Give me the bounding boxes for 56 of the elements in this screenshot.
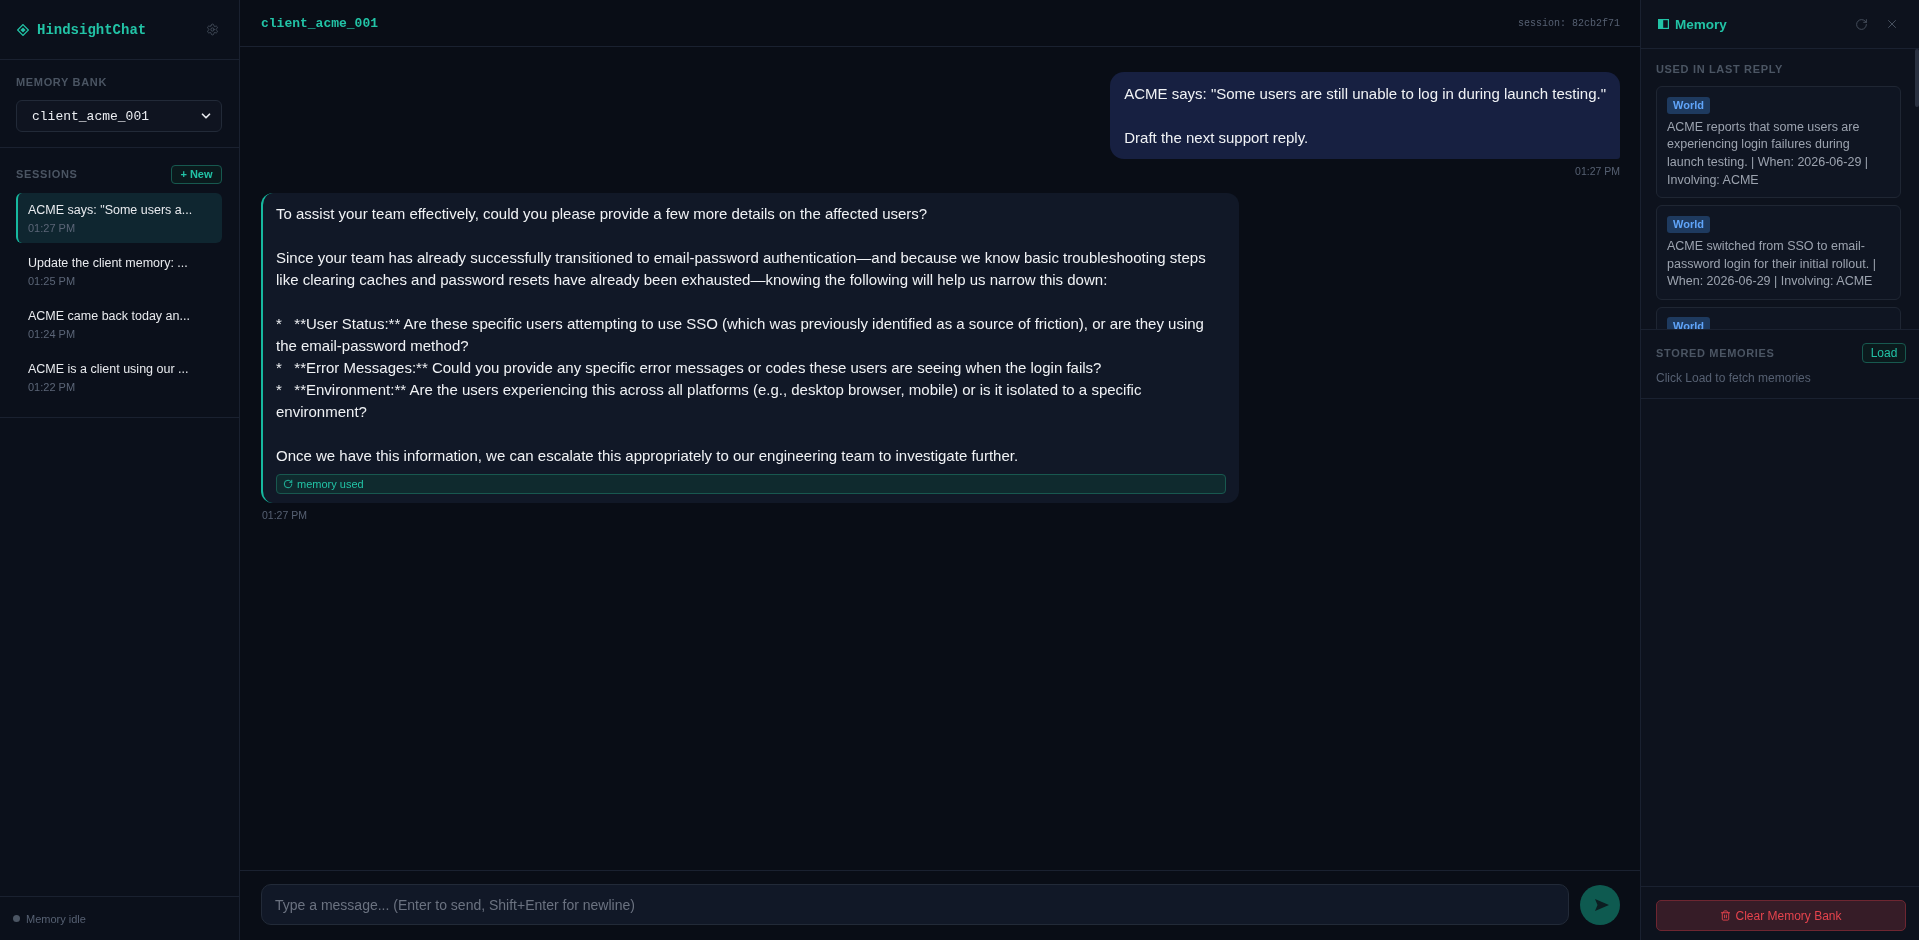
send-button[interactable] xyxy=(1580,884,1620,925)
memory-bank-select[interactable]: client_acme_001 xyxy=(16,100,222,132)
message-text: To assist your team effectively, could you please provide a few more details on the affected users? xyxy=(276,204,929,224)
session-title: Update the client memory: ... xyxy=(28,255,189,272)
diamond-icon xyxy=(17,23,29,36)
load-button[interactable]: Load xyxy=(1862,343,1906,363)
message-text: Once we have this information, we can escalate this appropriately to our engineering team to investigate further. xyxy=(276,446,1020,466)
message-time: 01:27 PM xyxy=(1574,165,1620,178)
message-text: Since your team has already successfully transitioned to email-password authentication—and because we know basic troubleshooting steps like clearing caches and password resets have already been exhausted—knowing the following will help us narrow this down: xyxy=(276,248,1207,290)
chat-title: client_acme_001 xyxy=(261,15,379,31)
scrollbar-thumb[interactable] xyxy=(1915,49,1919,107)
list-item-text: * **Environment:** Are the users experiencing this across all platforms (e.g., desktop browser, mobile) or is it isolated to a specific environment? xyxy=(276,380,1143,422)
message-input[interactable]: Type a message... (Enter to send, Shift+Enter for newline) xyxy=(261,884,1569,925)
memory-type-tag: World xyxy=(1667,96,1710,114)
trash-icon xyxy=(1720,910,1732,921)
tag-text: memory used xyxy=(297,478,364,490)
section-label: STORED MEMORIES xyxy=(1656,346,1775,360)
session-item[interactable]: Update the client memory: ... 01:25 PM xyxy=(16,246,222,296)
send-icon xyxy=(1594,898,1609,911)
message-text: Draft the next support reply. xyxy=(1124,128,1310,148)
session-time: 01:25 PM xyxy=(28,274,77,288)
close-icon xyxy=(1885,17,1899,31)
hint-text: Click Load to fetch memories xyxy=(1656,371,1812,385)
memory-text: ACME reports that some users are experiencing login failures during launch testing. | When: 2026-06-29 | Involving: ACME xyxy=(1667,118,1870,189)
panel-title: Memory xyxy=(1675,16,1727,32)
list-item-text: * **Error Messages:** Could you provide any specific error messages or codes these users are seeing when the login fails? xyxy=(276,358,1103,378)
section-label: MEMORY BANK xyxy=(16,76,108,89)
settings-button[interactable] xyxy=(206,23,219,36)
new-session-button[interactable]: + New xyxy=(171,164,222,184)
rotate-icon xyxy=(283,479,293,489)
session-title: ACME says: "Some users a... xyxy=(28,202,194,219)
section-label: USED IN LAST REPLY xyxy=(1656,63,1784,76)
refresh-icon xyxy=(1855,17,1868,31)
close-button[interactable] xyxy=(1885,17,1899,31)
session-item[interactable]: ACME says: "Some users a... 01:27 PM xyxy=(16,193,222,243)
message-time: 01:27 PM xyxy=(261,509,307,522)
session-time: 01:27 PM xyxy=(28,221,77,235)
message-text: ACME says: "Some users are still unable to log in during launch testing." xyxy=(1124,84,1606,104)
session-id: session: 82cb2f71 xyxy=(1517,17,1620,29)
session-title: ACME is a client using our ... xyxy=(28,361,190,378)
clear-memory-button[interactable]: Clear Memory Bank xyxy=(1656,900,1906,931)
session-time: 01:24 PM xyxy=(28,327,77,341)
session-item[interactable]: ACME came back today an... 01:24 PM xyxy=(16,299,222,349)
app-title: HindsightChat xyxy=(37,21,147,38)
session-title: ACME came back today an... xyxy=(28,308,191,325)
list-item-text: * **User Status:** Are these specific users attempting to use SSO (which was previously identified as a source of friction), or are they using the email-password method? xyxy=(276,314,1205,356)
memory-text: ACME switched from SSO to email-password login for their initial rollout. | When: 2026-06-29 | Involving: ACME xyxy=(1667,237,1877,291)
session-item[interactable]: ACME is a client using our ... 01:22 PM xyxy=(16,352,222,402)
refresh-button[interactable] xyxy=(1855,17,1868,31)
panel-icon xyxy=(1658,19,1669,29)
session-time: 01:22 PM xyxy=(28,380,77,394)
status-dot-icon xyxy=(13,915,20,922)
settings-icon xyxy=(206,23,219,36)
section-label: SESSIONS xyxy=(16,167,78,181)
memory-type-tag: World xyxy=(1667,215,1710,233)
status-text: Memory idle xyxy=(26,912,86,925)
